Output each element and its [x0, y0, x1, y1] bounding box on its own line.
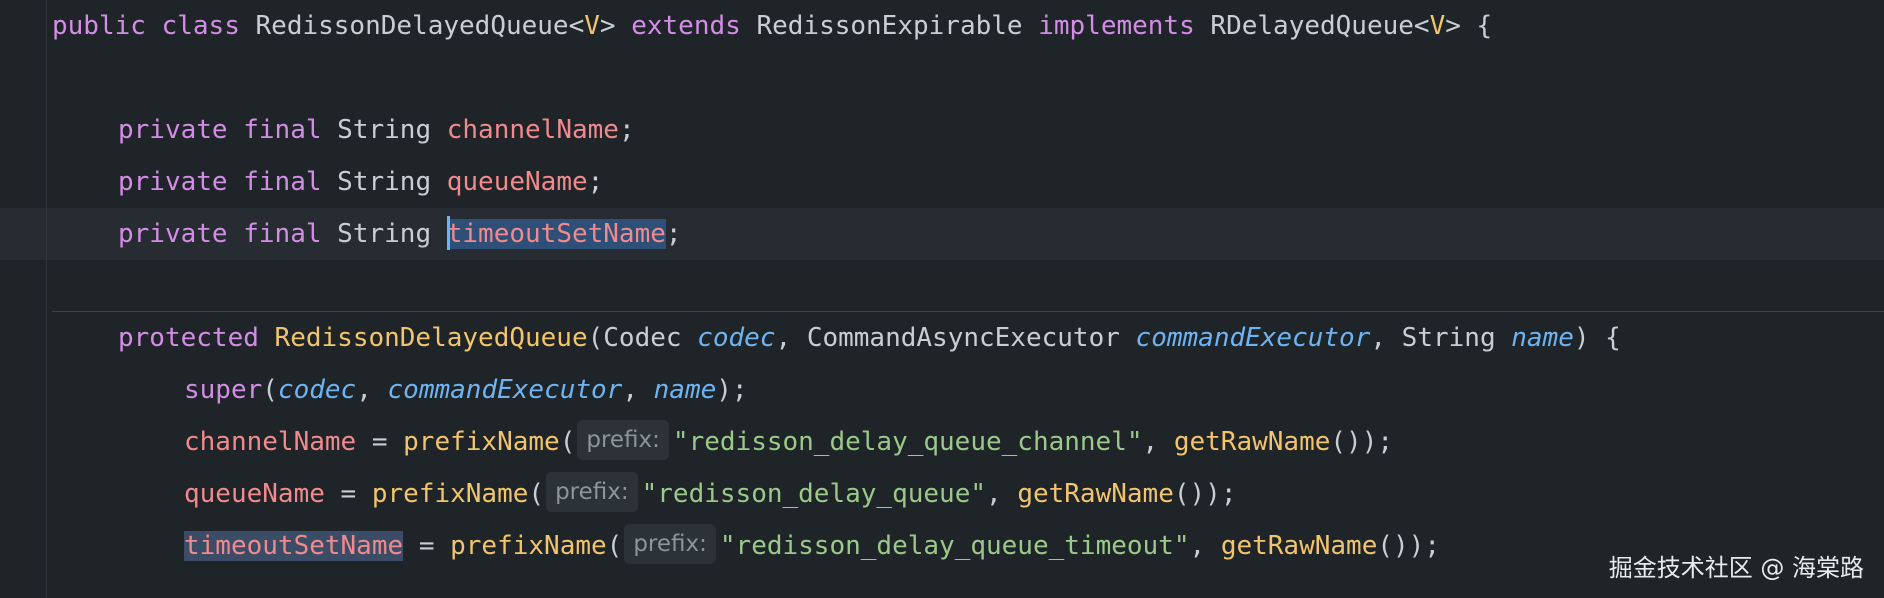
- parameter-name[interactable]: name: [1511, 323, 1574, 353]
- parameter-hint: prefix:: [624, 523, 716, 564]
- punctuation: >: [599, 11, 616, 41]
- interface-name[interactable]: RDelayedQueue: [1210, 11, 1414, 41]
- field-name[interactable]: queueName: [447, 167, 588, 197]
- keyword: super: [184, 375, 263, 405]
- punctuation: ,: [1189, 531, 1206, 561]
- field-name-selected[interactable]: timeoutSetName: [446, 219, 666, 249]
- method-call[interactable]: prefixName: [372, 479, 529, 509]
- punctuation: ;: [665, 219, 682, 249]
- class-name[interactable]: RedissonDelayedQueue: [256, 11, 569, 41]
- type-name[interactable]: String: [1402, 323, 1496, 353]
- code-line-class-declaration[interactable]: public class RedissonDelayedQueue<V> ext…: [52, 0, 1492, 52]
- operator: =: [371, 427, 388, 457]
- punctuation: <: [568, 11, 585, 41]
- type-name[interactable]: String: [337, 167, 431, 197]
- punctuation: ());: [1173, 479, 1237, 509]
- punctuation: ());: [1377, 531, 1440, 561]
- type-name[interactable]: String: [337, 219, 431, 249]
- punctuation: );: [716, 375, 748, 405]
- code-line-assignment[interactable]: channelName = prefixName(prefix: "redisso…: [184, 416, 1393, 468]
- punctuation: ;: [618, 115, 635, 145]
- punctuation: ,: [775, 323, 792, 353]
- punctuation: ,: [1370, 323, 1387, 353]
- keyword: private: [118, 167, 228, 197]
- parameter-name[interactable]: commandExecutor: [1136, 323, 1371, 353]
- punctuation: (: [606, 531, 623, 561]
- type-name[interactable]: String: [337, 115, 431, 145]
- constructor-name[interactable]: RedissonDelayedQueue: [275, 323, 588, 353]
- keyword: protected: [118, 323, 259, 353]
- code-line-field[interactable]: private final String channelName;: [118, 104, 635, 156]
- punctuation: <: [1413, 11, 1430, 41]
- code-line-field[interactable]: private final String queueName;: [118, 156, 603, 208]
- string-literal[interactable]: "redisson_delay_queue_timeout": [720, 531, 1190, 561]
- field-name[interactable]: queueName: [184, 479, 325, 509]
- method-call[interactable]: getRawName: [1017, 479, 1174, 509]
- method-call[interactable]: prefixName: [450, 531, 607, 561]
- superclass-name[interactable]: RedissonExpirable: [756, 11, 1022, 41]
- method-call[interactable]: getRawName: [1174, 427, 1331, 457]
- code-line-field-current[interactable]: private final String timeoutSetName;: [118, 208, 682, 260]
- code-line-assignment[interactable]: timeoutSetName = prefixName(prefix: "redi…: [184, 520, 1440, 572]
- watermark: 掘金技术社区 @ 海棠路: [1608, 554, 1864, 582]
- punctuation: ,: [622, 375, 638, 405]
- keyword: implements: [1038, 11, 1195, 41]
- type-parameter[interactable]: V: [1430, 11, 1446, 41]
- keyword: extends: [631, 11, 741, 41]
- punctuation: >: [1445, 11, 1461, 41]
- type-name[interactable]: CommandAsyncExecutor: [807, 323, 1120, 353]
- operator: =: [340, 479, 357, 509]
- code-line-super-call[interactable]: super(codec, commandExecutor, name);: [184, 364, 748, 416]
- punctuation: ;: [587, 167, 604, 197]
- punctuation: ,: [986, 479, 1002, 509]
- operator: =: [418, 531, 435, 561]
- keyword: private: [118, 115, 228, 145]
- method-call[interactable]: prefixName: [403, 427, 560, 457]
- punctuation: (: [559, 427, 576, 457]
- parameter-name[interactable]: codec: [697, 323, 775, 353]
- keyword: class: [161, 11, 240, 41]
- field-name[interactable]: channelName: [184, 427, 356, 457]
- keyword: final: [243, 115, 322, 145]
- string-literal[interactable]: "redisson_delay_queue_channel": [673, 427, 1143, 457]
- keyword: private: [118, 219, 228, 249]
- code-editor[interactable]: public class RedissonDelayedQueue<V> ext…: [0, 0, 1884, 598]
- type-name[interactable]: Codec: [603, 323, 681, 353]
- keyword: final: [243, 167, 322, 197]
- punctuation: (: [262, 375, 278, 405]
- keyword: final: [243, 219, 322, 249]
- code-line-assignment[interactable]: queueName = prefixName(prefix: "redisson_…: [184, 468, 1236, 520]
- punctuation: ,: [1142, 427, 1159, 457]
- text-caret: [446, 215, 450, 250]
- field-name[interactable]: channelName: [447, 115, 619, 145]
- parameter-hint: prefix:: [546, 471, 638, 512]
- punctuation: (: [587, 323, 604, 353]
- argument[interactable]: name: [654, 375, 717, 405]
- code-line-constructor[interactable]: protected RedissonDelayedQueue(Codec cod…: [118, 312, 1621, 364]
- punctuation: ) {: [1573, 323, 1621, 353]
- punctuation: ,: [356, 375, 372, 405]
- parameter-hint: prefix:: [577, 419, 669, 460]
- field-name-occurrence-highlight[interactable]: timeoutSetName: [184, 531, 404, 561]
- punctuation: ());: [1330, 427, 1394, 457]
- argument[interactable]: codec: [278, 375, 356, 405]
- punctuation: (: [528, 479, 545, 509]
- argument[interactable]: commandExecutor: [388, 375, 623, 405]
- keyword: public: [52, 11, 146, 41]
- type-parameter[interactable]: V: [584, 11, 600, 41]
- string-literal[interactable]: "redisson_delay_queue": [642, 479, 986, 509]
- indent-guide: [46, 0, 47, 598]
- punctuation: {: [1476, 11, 1493, 41]
- method-call[interactable]: getRawName: [1221, 531, 1378, 561]
